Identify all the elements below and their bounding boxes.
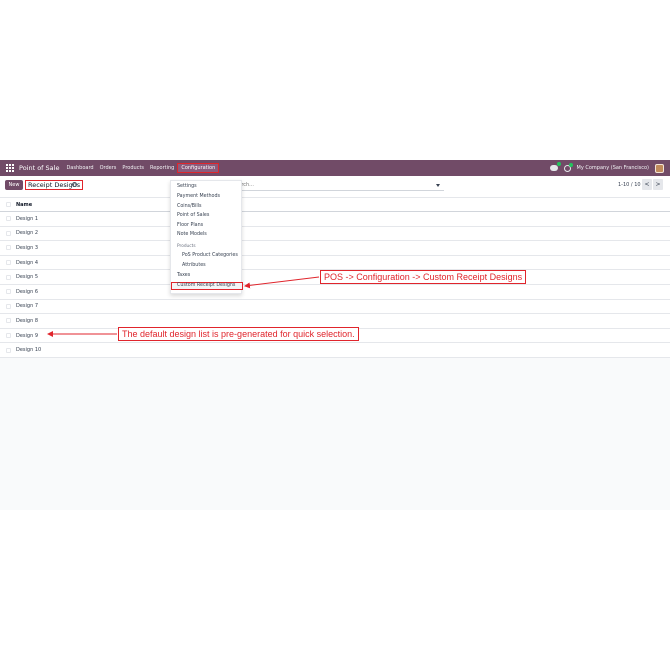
row-checkbox[interactable] bbox=[6, 303, 11, 309]
menu-item-pos-product-categories[interactable]: PoS Product Categories bbox=[182, 253, 238, 258]
row-checkbox[interactable] bbox=[6, 260, 11, 266]
menu-reporting[interactable]: Reporting bbox=[147, 165, 177, 171]
row-checkbox[interactable] bbox=[6, 318, 11, 324]
company-switcher[interactable]: My Company (San Francisco) bbox=[577, 165, 650, 171]
row-checkbox[interactable] bbox=[6, 230, 11, 236]
menu-section-products: Products bbox=[177, 244, 196, 249]
gear-icon[interactable] bbox=[72, 182, 77, 187]
table-row[interactable]: Design 6 bbox=[0, 285, 670, 300]
row-name: Design 7 bbox=[16, 303, 39, 310]
menu-item-note-models[interactable]: Note Models bbox=[177, 232, 207, 237]
row-name: Design 8 bbox=[16, 317, 39, 324]
row-name: Design 4 bbox=[16, 259, 39, 266]
search-options-toggle-icon[interactable] bbox=[436, 184, 440, 187]
row-name: Design 2 bbox=[16, 230, 39, 237]
menu-item-payment-methods[interactable]: Payment Methods bbox=[177, 194, 220, 199]
table-row[interactable]: Design 10 bbox=[0, 343, 670, 358]
pager-previous-button[interactable]: < bbox=[642, 179, 652, 190]
menu-item-custom-receipt-designs[interactable]: Custom Receipt Designs bbox=[171, 282, 243, 290]
menu-item-floor-plans[interactable]: Floor Plans bbox=[177, 223, 203, 228]
top-navbar: Point of Sale Dashboard Orders Products … bbox=[0, 160, 670, 176]
chat-badge bbox=[556, 162, 561, 166]
table-row[interactable]: Design 7 bbox=[0, 300, 670, 315]
row-name: Design 9 bbox=[16, 332, 39, 339]
row-checkbox[interactable] bbox=[6, 274, 11, 280]
row-name: Design 1 bbox=[16, 215, 39, 222]
row-checkbox[interactable] bbox=[6, 216, 11, 222]
user-avatar[interactable] bbox=[655, 163, 664, 173]
menu-item-coins-bills[interactable]: Coins/Bills bbox=[177, 204, 202, 209]
table-row[interactable]: Design 4 bbox=[0, 256, 670, 271]
row-checkbox[interactable] bbox=[6, 245, 11, 251]
apps-grid-icon[interactable] bbox=[6, 164, 14, 172]
annotation-menu-path: POS -> Configuration -> Custom Receipt D… bbox=[320, 270, 527, 284]
menu-item-attributes[interactable]: Attributes bbox=[182, 263, 206, 268]
list-header: Name bbox=[0, 198, 670, 212]
row-checkbox[interactable] bbox=[6, 347, 11, 353]
menu-configuration[interactable]: Configuration bbox=[177, 163, 220, 173]
menu-item-settings[interactable]: Settings bbox=[177, 184, 197, 189]
search-input[interactable] bbox=[232, 180, 444, 191]
pager-value[interactable]: 1-10 / 10 bbox=[618, 182, 641, 188]
app-brand[interactable]: Point of Sale bbox=[19, 164, 59, 172]
annotation-list-note: The default design list is pre-generated… bbox=[118, 327, 359, 341]
menu-item-point-of-sales[interactable]: Point of Sales bbox=[177, 213, 209, 218]
table-row[interactable]: Design 2 bbox=[0, 227, 670, 242]
navbar-systray: My Company (San Francisco) bbox=[549, 160, 664, 176]
chat-icon[interactable] bbox=[549, 162, 561, 171]
menu-item-taxes[interactable]: Taxes bbox=[177, 273, 190, 278]
table-row[interactable]: Design 1 bbox=[0, 212, 670, 227]
menu-products[interactable]: Products bbox=[119, 165, 147, 171]
row-checkbox[interactable] bbox=[6, 289, 11, 295]
new-button[interactable]: New bbox=[5, 180, 23, 190]
menu-dashboard[interactable]: Dashboard bbox=[63, 165, 96, 171]
control-panel: New Receipt Designs 1-10 / 10 < > bbox=[0, 176, 670, 198]
select-all-checkbox[interactable] bbox=[6, 202, 11, 207]
row-name: Design 10 bbox=[16, 347, 42, 354]
row-name: Design 5 bbox=[16, 274, 39, 281]
activity-clock-icon[interactable] bbox=[563, 162, 573, 172]
row-name: Design 3 bbox=[16, 244, 39, 251]
menu-orders[interactable]: Orders bbox=[97, 165, 120, 171]
row-checkbox[interactable] bbox=[6, 333, 11, 339]
pos-app: Point of Sale Dashboard Orders Products … bbox=[0, 160, 670, 510]
column-header-name[interactable]: Name bbox=[16, 202, 32, 208]
row-name: Design 6 bbox=[16, 288, 39, 295]
activity-badge bbox=[568, 162, 573, 167]
pager-next-button[interactable]: > bbox=[653, 179, 663, 190]
configuration-dropdown-menu: Settings Payment Methods Coins/Bills Poi… bbox=[170, 180, 243, 294]
table-row[interactable]: Design 3 bbox=[0, 241, 670, 256]
